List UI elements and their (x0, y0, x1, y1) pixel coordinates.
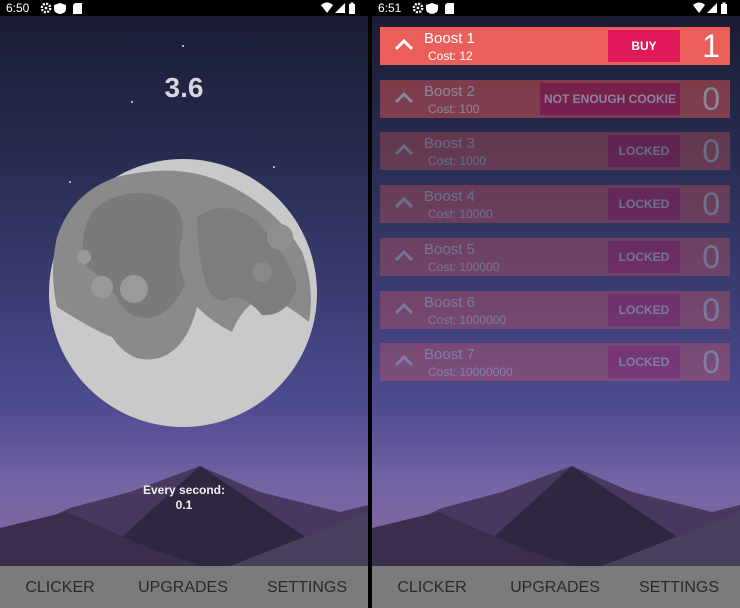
chevron-up-icon[interactable] (394, 142, 414, 156)
chevron-up-icon[interactable] (394, 353, 414, 367)
buy-button[interactable]: BUY (608, 30, 680, 62)
status-icons (412, 2, 454, 14)
nav-settings-tab[interactable]: SETTINGS (246, 566, 368, 608)
locked-button[interactable]: LOCKED (608, 346, 680, 378)
boost-cost: Cost: 12 (428, 49, 473, 63)
boost-row-2: Boost 2 Cost: 100 NOT ENOUGH COOKIE 0 (380, 80, 730, 118)
sd-card-icon (73, 3, 82, 14)
boost-cost: Cost: 100 (428, 102, 480, 116)
boost-cost: Cost: 1000 (428, 154, 487, 168)
chevron-up-icon[interactable] (394, 90, 414, 104)
locked-button[interactable]: LOCKED (608, 241, 680, 273)
boost-name: Boost 1 (424, 30, 475, 47)
wifi-icon (321, 2, 333, 13)
bottom-navbar: CLICKER UPGRADES SETTINGS (0, 566, 368, 608)
chevron-up-icon[interactable] (394, 301, 414, 315)
bottom-navbar: CLICKER UPGRADES SETTINGS (372, 566, 740, 608)
nav-clicker-tab[interactable]: CLICKER (0, 566, 120, 608)
upgrades-screen: 6:51 Boost 1 Cost: 12 BUY 1 Boost 2 Cost… (372, 0, 740, 608)
per-second-rate: Every second: 0.1 (0, 483, 368, 513)
moon-icon[interactable] (47, 157, 319, 429)
signal-icon (707, 3, 717, 13)
rate-label: Every second: (142, 483, 226, 497)
boost-name: Boost 3 (424, 135, 475, 152)
status-bar: 6:51 (372, 0, 740, 16)
locked-button[interactable]: LOCKED (608, 294, 680, 326)
nav-settings-tab[interactable]: SETTINGS (618, 566, 740, 608)
gear-icon (40, 2, 52, 14)
boost-cost: Cost: 100000 (428, 260, 500, 274)
chevron-up-icon[interactable] (394, 248, 414, 262)
status-icons (40, 2, 82, 14)
shield-icon (54, 3, 66, 14)
boost-name: Boost 2 (424, 83, 475, 100)
status-bar: 6:50 (0, 0, 368, 16)
boost-name: Boost 6 (424, 294, 475, 311)
boost-count: 0 (702, 81, 720, 117)
signal-icon (335, 3, 345, 13)
nav-upgrades-tab[interactable]: UPGRADES (120, 566, 246, 608)
nav-upgrades-tab[interactable]: UPGRADES (492, 566, 618, 608)
not-enough-cookie-button[interactable]: NOT ENOUGH COOKIE (540, 83, 680, 115)
battery-icon (721, 2, 727, 14)
status-right-icons (321, 2, 355, 14)
locked-button[interactable]: LOCKED (608, 188, 680, 220)
status-right-icons (693, 2, 727, 14)
boost-count: 0 (702, 186, 720, 222)
boost-count: 0 (702, 239, 720, 275)
boost-cost: Cost: 1000000 (428, 313, 507, 327)
boost-cost: Cost: 10000 (428, 207, 493, 221)
sd-card-icon (445, 3, 454, 14)
clicker-screen: 6:50 3.6 Every second: 0.1 CLICKER UPGRA… (0, 0, 368, 608)
cookie-score: 3.6 (164, 72, 204, 103)
boost-row-5: Boost 5 Cost: 100000 LOCKED 0 (380, 238, 730, 276)
boost-row-4: Boost 4 Cost: 10000 LOCKED 0 (380, 185, 730, 223)
boost-name: Boost 7 (424, 346, 475, 363)
status-time: 6:51 (378, 1, 402, 15)
boost-name: Boost 5 (424, 241, 475, 258)
locked-button[interactable]: LOCKED (608, 135, 680, 167)
boost-row-6: Boost 6 Cost: 1000000 LOCKED 0 (380, 291, 730, 329)
boost-row-3: Boost 3 Cost: 1000 LOCKED 0 (380, 132, 730, 170)
chevron-up-icon[interactable] (394, 195, 414, 209)
status-time: 6:50 (6, 1, 30, 15)
boost-name: Boost 4 (424, 188, 475, 205)
boost-count: 1 (702, 28, 720, 64)
nav-clicker-tab[interactable]: CLICKER (372, 566, 492, 608)
wifi-icon (693, 2, 705, 13)
battery-icon (349, 2, 355, 14)
boost-cost: Cost: 10000000 (428, 365, 513, 379)
shield-icon (426, 3, 438, 14)
boost-count: 0 (702, 292, 720, 328)
boost-row-1: Boost 1 Cost: 12 BUY 1 (380, 27, 730, 65)
boost-count: 0 (702, 133, 720, 169)
chevron-up-icon[interactable] (394, 37, 414, 51)
gear-icon (412, 2, 424, 14)
rate-value: 0.1 (175, 498, 193, 512)
boost-count: 0 (702, 344, 720, 380)
boost-row-7: Boost 7 Cost: 10000000 LOCKED 0 (380, 343, 730, 381)
